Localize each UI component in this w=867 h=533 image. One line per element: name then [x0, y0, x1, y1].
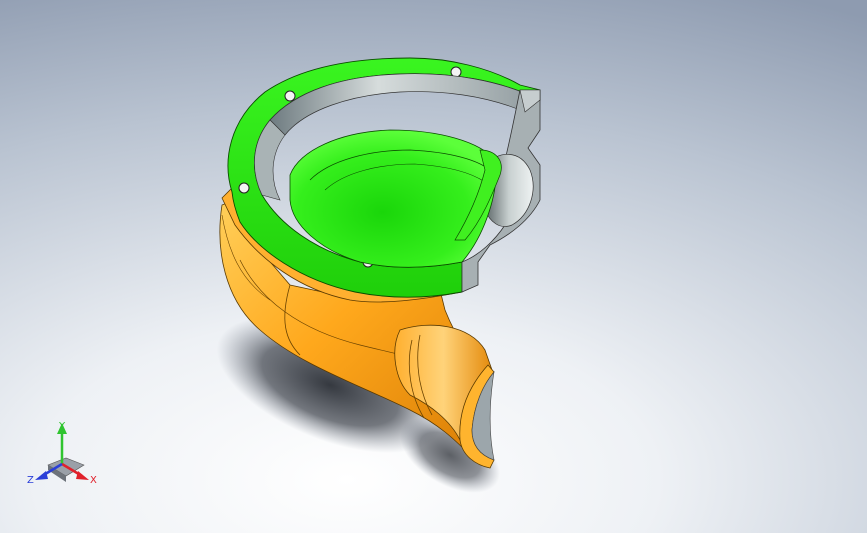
orientation-triad[interactable]: Y X Z — [26, 420, 106, 495]
z-axis-label: Z — [27, 475, 34, 486]
graphics-viewport[interactable]: Y X Z — [0, 0, 867, 533]
bolt-hole — [238, 182, 250, 194]
z-axis-arrow — [35, 471, 48, 480]
3d-model-view[interactable] — [0, 0, 867, 533]
x-axis-label: X — [90, 475, 97, 486]
x-axis-arrow — [76, 471, 89, 480]
y-axis-label: Y — [58, 421, 66, 432]
bolt-hole — [284, 90, 296, 102]
